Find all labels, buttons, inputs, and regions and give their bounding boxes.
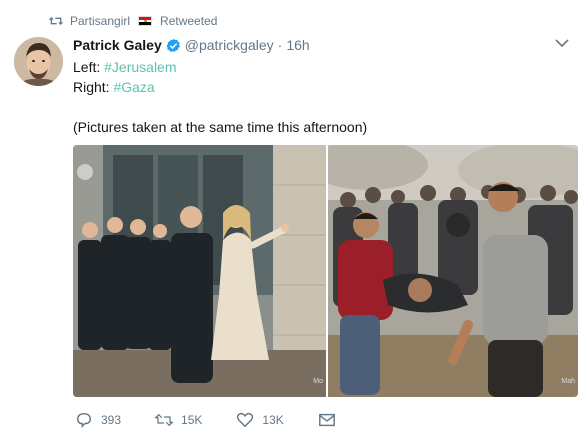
verified-badge-icon — [166, 38, 180, 52]
action-bar: 393 15K 13K — [75, 412, 370, 428]
tweet-header: Patrick Galey @patrickgaley · 16h — [73, 37, 310, 53]
tweet-note: (Pictures taken at the same time this af… — [73, 119, 368, 135]
tweet-timestamp[interactable]: 16h — [286, 37, 309, 53]
reply-count: 393 — [101, 413, 122, 427]
like-count: 13K — [262, 413, 284, 427]
tweet-text: Left: #Jerusalem Right: #Gaza (Pictures … — [73, 57, 367, 137]
photo-left-watermark: Mo — [313, 378, 323, 385]
tweet-line-left: Left: #Jerusalem — [73, 57, 367, 77]
author-name[interactable]: Patrick Galey — [73, 37, 162, 53]
retweeted-label: Retweeted — [160, 14, 218, 28]
tweet-line-right: Right: #Gaza — [73, 77, 367, 97]
hashtag-jerusalem[interactable]: #Jerusalem — [104, 59, 176, 75]
reply-action[interactable]: 393 — [75, 412, 121, 428]
retweet-action[interactable]: 15K — [155, 412, 202, 428]
retweet-icon — [155, 413, 174, 427]
retweet-icon — [48, 17, 64, 25]
author-handle[interactable]: @patrickgaley — [185, 37, 274, 53]
direct-message-action[interactable] — [318, 412, 336, 428]
tweet-text-spacer — [73, 97, 367, 117]
chevron-down-icon[interactable] — [555, 38, 569, 48]
tweet-media: Mo Mah — [73, 145, 578, 397]
envelope-icon — [318, 413, 335, 427]
retweeter-name[interactable]: Partisangirl — [70, 14, 130, 28]
retweet-count: 15K — [181, 413, 203, 427]
retweet-context: Partisangirl Retweeted — [48, 12, 217, 30]
reply-icon — [77, 413, 91, 428]
header-separator: · — [277, 37, 283, 53]
heart-icon — [237, 412, 254, 428]
photo-left[interactable]: Mo — [73, 145, 326, 397]
photo-right-watermark: Mah — [561, 378, 575, 385]
like-action[interactable]: 13K — [236, 412, 284, 428]
left-label: Left: — [73, 59, 101, 75]
hashtag-gaza[interactable]: #Gaza — [113, 79, 154, 95]
right-label: Right: — [73, 79, 110, 95]
photo-right[interactable]: Mah — [328, 145, 578, 397]
egypt-flag-icon — [138, 16, 153, 26]
avatar[interactable] — [14, 37, 63, 86]
